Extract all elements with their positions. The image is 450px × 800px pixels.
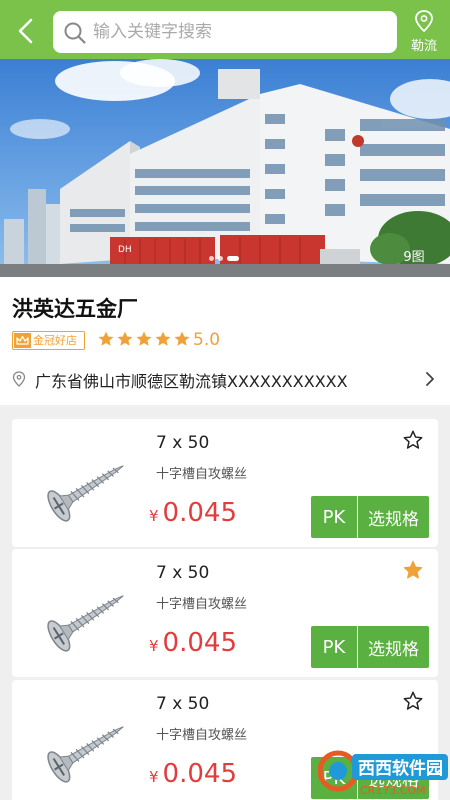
screw-image [47, 465, 124, 522]
search-icon [64, 22, 86, 44]
carousel-dot-active[interactable] [227, 256, 239, 261]
carousel-dot[interactable] [209, 256, 214, 261]
rating-value: 5.0 [193, 330, 221, 350]
select-spec-button[interactable]: 选规格 [358, 626, 429, 668]
pk-button[interactable]: PK [311, 626, 357, 668]
shop-badge: 金冠好店 [12, 331, 85, 350]
truck-label: DH [118, 245, 132, 255]
carousel-dot[interactable] [218, 256, 223, 261]
watermark-logo: 西西软件园 CR173.COM [318, 750, 448, 797]
chevron-right-icon[interactable] [424, 371, 436, 387]
location-button[interactable]: 勒流 [403, 8, 445, 54]
star-icon [174, 331, 190, 346]
location-pin-icon [12, 371, 26, 387]
star-icon [98, 331, 114, 346]
currency-symbol: ¥ [149, 637, 159, 655]
crown-icon [14, 333, 31, 348]
star-icon [155, 331, 171, 346]
badge-label: 金冠好店 [33, 334, 77, 347]
watermark-text: 西西软件园 [358, 758, 443, 779]
product-title: 7 x 50 [156, 563, 210, 583]
shop-info: 洪英达五金厂 金冠好店 5.0 广东省佛山市顺德区勒流镇XXXXXXXXXXX [0, 277, 450, 405]
shop-name: 洪英达五金厂 [12, 297, 138, 321]
image-count: 9图 [403, 250, 425, 265]
shop-address[interactable]: 广东省佛山市顺德区勒流镇XXXXXXXXXXX [35, 368, 348, 392]
factory-photo: DH [0, 59, 450, 277]
product-subtitle: 十字槽自攻螺丝 [156, 467, 248, 482]
search-box[interactable] [53, 11, 397, 53]
product-price: ¥0.045 [149, 498, 237, 528]
star-outline-icon[interactable] [402, 690, 424, 712]
product-subtitle: 十字槽自攻螺丝 [156, 597, 248, 612]
product-card[interactable]: 7 x 50 十字槽自攻螺丝 ¥0.045 PK 选规格 [12, 549, 438, 677]
search-input[interactable] [93, 11, 389, 53]
product-subtitle: 十字槽自攻螺丝 [156, 728, 248, 743]
top-bar: 勒流 [0, 0, 450, 59]
shop-banner[interactable]: DH [0, 59, 450, 277]
currency-symbol: ¥ [149, 768, 159, 786]
currency-symbol: ¥ [149, 507, 159, 525]
price-value: 0.045 [162, 498, 237, 528]
product-price: ¥0.045 [149, 759, 237, 789]
location-label: 勒流 [410, 39, 437, 54]
price-value: 0.045 [162, 628, 237, 658]
product-card[interactable]: 7 x 50 十字槽自攻螺丝 ¥0.045 PK 选规格 [12, 419, 438, 547]
pk-button[interactable]: PK [311, 496, 357, 538]
back-arrow-icon[interactable] [10, 14, 44, 48]
product-title: 7 x 50 [156, 694, 210, 714]
star-icon [136, 331, 152, 346]
screw-image [47, 595, 124, 652]
star-filled-icon[interactable] [402, 559, 424, 581]
star-icon [117, 331, 133, 346]
screw-image [47, 726, 124, 783]
carousel-indicator [209, 256, 245, 262]
watermark-subtext: CR173.COM [360, 784, 426, 797]
price-value: 0.045 [162, 759, 237, 789]
product-price: ¥0.045 [149, 628, 237, 658]
location-pin-icon [415, 10, 433, 32]
star-outline-icon[interactable] [402, 429, 424, 451]
product-title: 7 x 50 [156, 433, 210, 453]
select-spec-button[interactable]: 选规格 [358, 496, 429, 538]
